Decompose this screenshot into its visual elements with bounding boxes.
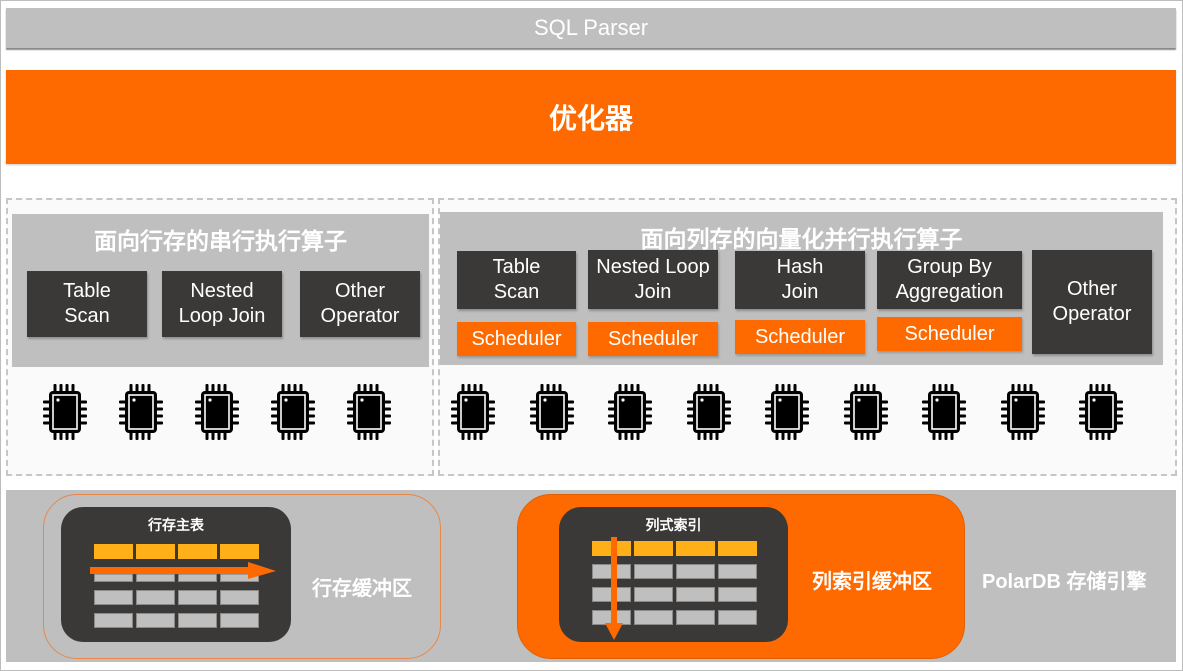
optimizer-layer: 优化器 <box>6 70 1176 164</box>
sql-parser-label: SQL Parser <box>533 15 649 40</box>
table-header-cell <box>94 544 133 559</box>
scheduler-group-by: Scheduler <box>877 317 1022 351</box>
table-cell <box>94 613 133 628</box>
sql-parser-layer: SQL Parser <box>6 8 1176 48</box>
cpu-chip-icon <box>765 382 809 442</box>
cpu-chip-icon <box>119 382 163 442</box>
cpu-chip-icon <box>843 382 888 442</box>
cpu-chip-icon <box>1000 382 1045 442</box>
table-cell <box>178 590 217 605</box>
col-op-other-operator: Other Operator <box>1032 250 1152 354</box>
cpu-chip-icon <box>608 382 652 442</box>
table-cell <box>220 590 259 605</box>
table-header-cell <box>718 541 757 556</box>
table-cell <box>676 587 715 602</box>
column-buffer-label: 列索引缓冲区 <box>812 571 932 593</box>
table-cell <box>136 590 175 605</box>
table-header-cell <box>676 541 715 556</box>
table-cell <box>136 613 175 628</box>
table-header-cell <box>136 544 175 559</box>
table-cell <box>220 613 259 628</box>
row-op-other-operator: Other Operator <box>300 271 420 337</box>
cpu-chip-icon <box>529 382 574 442</box>
col-op-hash-join: Hash Join <box>735 251 865 309</box>
table-header-cell <box>634 541 673 556</box>
scheduler-hash-join: Scheduler <box>735 320 865 354</box>
optimizer-label: 优化器 <box>548 103 633 134</box>
col-table-title: 列式索引 <box>645 517 702 533</box>
row-table-title: 行存主表 <box>148 517 204 533</box>
scheduler-nested-loop-join: Scheduler <box>588 322 718 356</box>
cpu-chip-icon <box>1079 382 1123 442</box>
row-scan-arrow-icon <box>90 562 276 579</box>
table-header-cell <box>178 544 217 559</box>
polardb-engine-label: PolarDB 存储引擎 <box>982 571 1147 593</box>
table-cell <box>718 587 757 602</box>
table-cell <box>634 610 673 625</box>
table-cell <box>718 564 757 579</box>
col-op-nested-loop-join: Nested Loop Join <box>588 250 718 309</box>
table-cell <box>178 613 217 628</box>
cpu-chip-icon <box>195 382 239 442</box>
scheduler-table-scan: Scheduler <box>457 322 576 356</box>
row-op-table-scan: Table Scan <box>27 271 147 337</box>
table-header-cell <box>220 544 259 559</box>
row-engine-title: 面向行存的串行执行算子 <box>94 228 347 254</box>
table-cell <box>676 610 715 625</box>
table-cell <box>634 564 673 579</box>
table-cell <box>94 590 133 605</box>
table-cell <box>676 564 715 579</box>
cpu-chip-icon <box>922 382 966 442</box>
column-scan-arrow-icon <box>605 537 623 640</box>
cpu-chip-icon <box>451 382 495 442</box>
table-cell <box>718 610 757 625</box>
col-op-table-scan: Table Scan <box>457 251 576 309</box>
cpu-chip-icon <box>686 382 731 442</box>
col-op-group-by-aggregation: Group By Aggregation <box>877 251 1022 309</box>
cpu-chip-icon <box>43 382 87 442</box>
cpu-chip-icon <box>347 382 391 442</box>
table-cell <box>634 587 673 602</box>
row-buffer-label: 行存缓冲区 <box>312 578 412 600</box>
row-op-nested-loop-join: Nested Loop Join <box>162 271 282 337</box>
col-engine-title: 面向列存的向量化并行执行算子 <box>640 226 963 252</box>
cpu-chip-icon <box>271 382 315 442</box>
